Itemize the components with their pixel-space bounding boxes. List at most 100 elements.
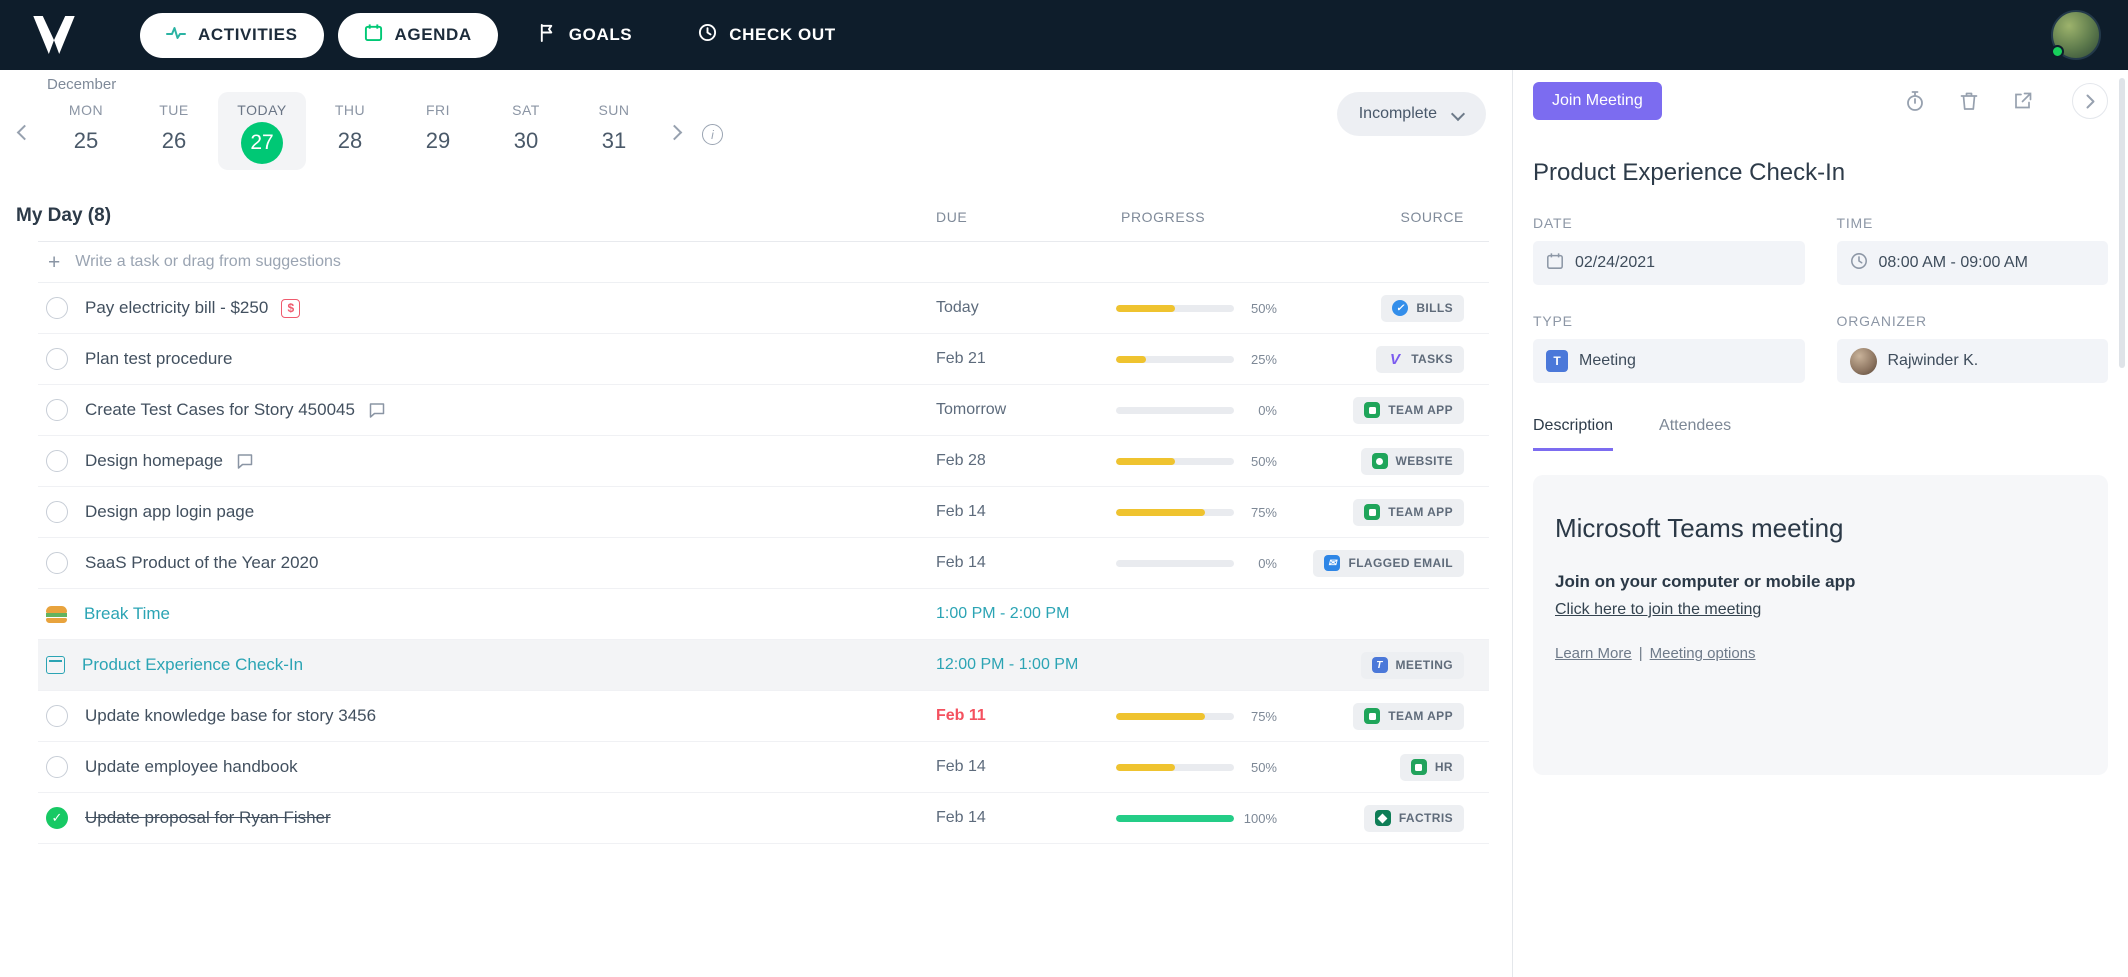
calendar-next-icon[interactable] (668, 126, 682, 140)
task-title: Update knowledge base for story 3456 (85, 706, 377, 725)
meeting-options-link[interactable]: Meeting options (1650, 645, 1756, 662)
task-row[interactable]: Update employee handbook Feb 14 50% HR (38, 742, 1489, 793)
task-checkbox[interactable] (46, 399, 68, 421)
day-fri-29[interactable]: FRI 29 (394, 92, 482, 170)
team-app-icon (1364, 504, 1381, 520)
task-row[interactable]: Create Test Cases for Story 450045 Tomor… (38, 385, 1489, 436)
date-label: DATE (1533, 215, 1573, 231)
task-row[interactable]: Update knowledge base for story 3456 Feb… (38, 691, 1489, 742)
user-avatar[interactable] (2051, 10, 2101, 60)
task-checkbox[interactable] (46, 297, 68, 319)
task-checkbox-checked[interactable] (46, 807, 68, 829)
day-sat-30[interactable]: SAT 30 (482, 92, 570, 170)
progress-percent: 0% (1258, 402, 1277, 418)
trash-icon[interactable] (1958, 90, 1980, 112)
flagged-email-icon (1324, 555, 1341, 571)
check-circle-icon (1392, 300, 1409, 316)
task-row[interactable]: Design app login page Feb 14 75% TEAM AP… (38, 487, 1489, 538)
progress-percent: 50% (1250, 453, 1277, 469)
task-time-range: 12:00 PM - 1:00 PM (936, 656, 1079, 673)
online-status-dot (2051, 45, 2064, 58)
hr-icon (1410, 759, 1427, 775)
learn-more-link[interactable]: Learn More (1555, 645, 1632, 662)
task-row-break-time[interactable]: Break Time 1:00 PM - 2:00 PM (38, 589, 1489, 640)
task-row-selected-meeting[interactable]: Product Experience Check-In 12:00 PM - 1… (38, 640, 1489, 691)
clock-icon (1850, 252, 1868, 275)
task-title: Create Test Cases for Story 450045 (85, 400, 355, 419)
activity-icon (166, 23, 186, 48)
comment-icon[interactable] (236, 452, 254, 470)
source-badge: WEBSITE (1360, 447, 1464, 475)
nav-activities[interactable]: ACTIVITIES (140, 12, 324, 58)
status-filter-dropdown[interactable]: Incomplete (1336, 92, 1486, 136)
task-due: Feb 21 (936, 350, 986, 367)
calendar-prev-icon[interactable] (16, 126, 30, 140)
team-app-icon (1364, 402, 1381, 418)
join-meeting-button[interactable]: Join Meeting (1533, 82, 1662, 120)
type-field[interactable]: Meeting (1533, 339, 1805, 383)
info-icon[interactable] (702, 124, 723, 145)
task-due-overdue: Feb 11 (936, 707, 986, 724)
calendar-month-label: December (47, 76, 117, 93)
source-cell: FACTRIS (1363, 804, 1464, 832)
timer-icon[interactable] (1904, 90, 1926, 112)
plus-icon (48, 252, 60, 273)
source-badge: BILLS (1381, 294, 1464, 322)
task-checkbox[interactable] (46, 705, 68, 727)
task-checkbox[interactable] (46, 552, 68, 574)
task-row[interactable]: Design homepage Feb 28 50% WEBSITE (38, 436, 1489, 487)
source-badge: TEAM APP (1353, 702, 1464, 730)
day-thu-28[interactable]: THU 28 (306, 92, 394, 170)
teams-icon (1546, 350, 1568, 372)
join-meeting-link[interactable]: Click here to join the meeting (1555, 601, 1761, 619)
source-badge: TEAM APP (1353, 396, 1464, 424)
detail-title: Product Experience Check-In (1533, 159, 1846, 186)
task-row-completed[interactable]: Update proposal for Ryan Fisher Feb 14 1… (38, 793, 1489, 844)
nav-check-out[interactable]: CHECK OUT (672, 13, 861, 58)
share-icon[interactable] (2012, 90, 2034, 112)
source-badge: TEAM APP (1353, 498, 1464, 526)
nav-agenda-label: AGENDA (394, 25, 472, 44)
task-title: Update proposal for Ryan Fisher (85, 808, 331, 827)
task-title: SaaS Product of the Year 2020 (85, 553, 319, 572)
task-row[interactable]: Pay electricity bill - $250 Today 50% BI… (38, 283, 1489, 334)
day-today-27[interactable]: TODAY 27 (218, 92, 306, 170)
organizer-label: ORGANIZER (1836, 313, 1927, 329)
calendar-icon (1546, 252, 1564, 275)
day-sun-31[interactable]: SUN 31 (570, 92, 658, 170)
nav-agenda[interactable]: AGENDA (337, 12, 498, 58)
calendar-icon (46, 656, 65, 674)
day-tue-26[interactable]: TUE 26 (130, 92, 218, 170)
add-task-input[interactable]: Write a task or drag from suggestions (38, 242, 1489, 283)
task-due: Feb 14 (936, 809, 986, 826)
day-mon-25[interactable]: MON 25 (42, 92, 130, 170)
collapse-panel-chevron-icon[interactable] (2072, 83, 2108, 119)
task-title: Design app login page (85, 502, 255, 521)
comment-icon[interactable] (368, 401, 386, 419)
date-field[interactable]: 02/24/2021 (1533, 241, 1805, 285)
task-checkbox[interactable] (46, 501, 68, 523)
organizer-field[interactable]: Rajwinder K. (1836, 339, 2108, 383)
nav-goals[interactable]: GOALS (512, 13, 658, 58)
tab-description[interactable]: Description (1533, 417, 1614, 451)
progress-percent: 50% (1250, 300, 1277, 316)
date-value: 02/24/2021 (1575, 254, 1656, 271)
tab-attendees[interactable]: Attendees (1659, 417, 1731, 451)
description-card: Microsoft Teams meeting Join on your com… (1533, 475, 2108, 775)
calendar-days: MON 25 TUE 26 TODAY 27 THU 28 FRI 29 SAT… (42, 92, 658, 170)
goals-flag-icon (538, 23, 557, 47)
progress-percent: 25% (1250, 351, 1277, 367)
source-cell: BILLS (1381, 294, 1464, 322)
time-field[interactable]: 08:00 AM - 09:00 AM (1836, 241, 2108, 285)
task-row[interactable]: Plan test procedure Feb 21 25% TASKS (38, 334, 1489, 385)
scrollbar[interactable] (2119, 78, 2125, 368)
team-app-icon (1364, 708, 1381, 724)
source-badge: HR (1399, 753, 1464, 781)
type-label: TYPE (1533, 313, 1573, 329)
organizer-value: Rajwinder K. (1887, 352, 1979, 369)
task-checkbox[interactable] (46, 348, 68, 370)
task-row[interactable]: SaaS Product of the Year 2020 Feb 14 0% … (38, 538, 1489, 589)
source-badge: FLAGGED EMAIL (1313, 549, 1464, 577)
task-checkbox[interactable] (46, 450, 68, 472)
task-checkbox[interactable] (46, 756, 68, 778)
